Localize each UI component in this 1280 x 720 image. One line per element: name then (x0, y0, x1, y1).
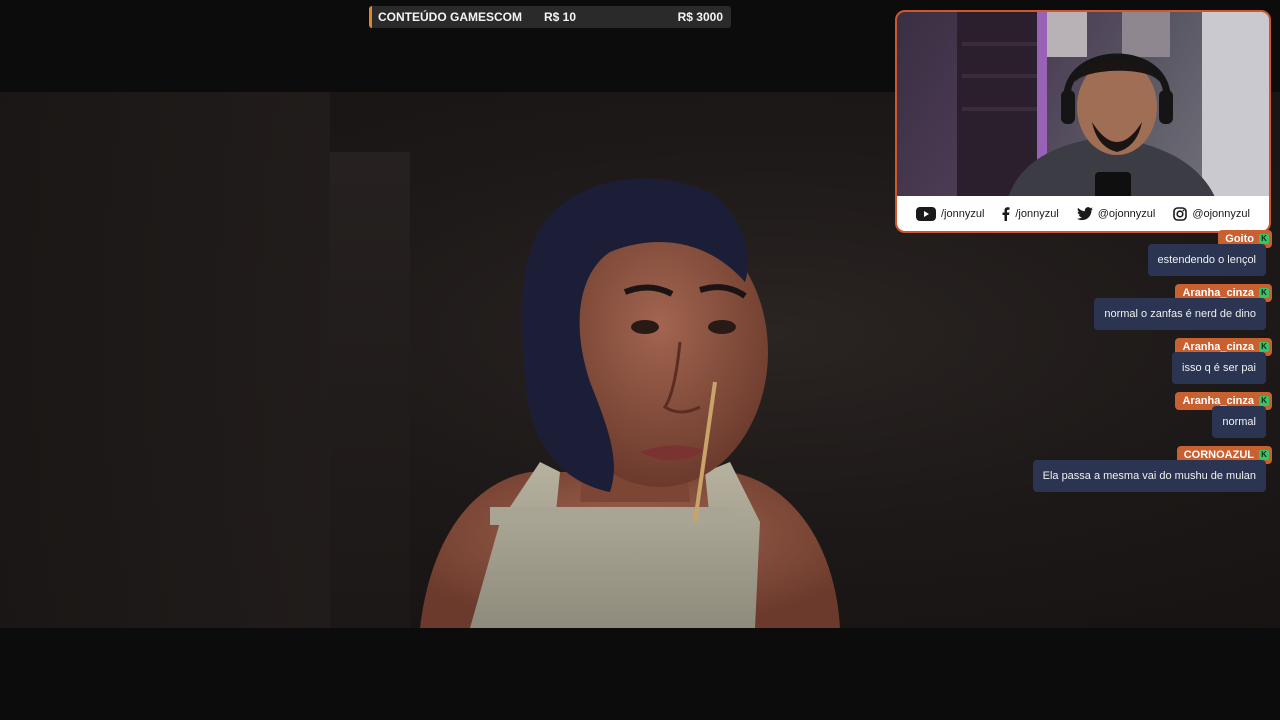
background-doorway (330, 152, 410, 628)
social-links-bar: /jonnyzul /jonnyzul @ojonnyzul @ojonnyzu… (897, 196, 1269, 231)
chat-message: Aranha_cinza K normal o zanfas é nerd de… (1032, 284, 1272, 332)
instagram-icon (1173, 206, 1188, 221)
webcam-overlay: /jonnyzul /jonnyzul @ojonnyzul @ojonnyzu… (895, 10, 1271, 233)
moderator-badge-icon: K (1259, 234, 1269, 244)
chat-message: Aranha_cinza K normal (1032, 392, 1272, 440)
chat-message: Goito K estendendo o lençol (1032, 230, 1272, 278)
twitter-handle: @ojonnyzul (1097, 207, 1156, 220)
moderator-badge-icon: K (1259, 396, 1269, 406)
youtube-icon (915, 206, 936, 221)
chat-message: CORNOAZUL K Ela passa a mesma vai do mus… (1032, 446, 1272, 494)
social-instagram: @ojonnyzul (1173, 206, 1250, 221)
chat-message: Aranha_cinza K isso q é ser pai (1032, 338, 1272, 386)
goal-current-amount: R$ 10 (544, 10, 577, 24)
chat-message-text: normal o zanfas é nerd de dino (1094, 298, 1266, 330)
donation-goal-bar: CONTEÚDO GAMESCOM R$ 10 R$ 3000 (369, 6, 731, 28)
moderator-badge-icon: K (1259, 288, 1269, 298)
instagram-handle: @ojonnyzul (1192, 207, 1250, 220)
social-youtube: /jonnyzul (915, 206, 985, 221)
background-wall (0, 92, 330, 628)
chat-message-text: normal (1212, 406, 1266, 438)
animated-character (420, 178, 840, 628)
chat-message-text: Ela passa a mesma vai do mushu de mulan (1032, 460, 1266, 492)
webcam-feed (957, 12, 1269, 202)
bottom-letterbox (0, 628, 1280, 720)
social-facebook: /jonnyzul (1002, 206, 1059, 221)
goal-target-amount: R$ 3000 (677, 10, 723, 24)
moderator-badge-icon: K (1259, 450, 1269, 460)
facebook-handle: /jonnyzul (1015, 207, 1059, 220)
youtube-handle: /jonnyzul (940, 207, 985, 220)
chat-message-text: isso q é ser pai (1172, 352, 1266, 384)
chat-message-text: estendendo o lençol (1147, 244, 1266, 276)
social-twitter: @ojonnyzul (1076, 206, 1156, 221)
moderator-badge-icon: K (1259, 342, 1269, 352)
twitter-icon (1076, 206, 1093, 220)
facebook-icon (1002, 206, 1010, 221)
goal-title: CONTEÚDO GAMESCOM (378, 10, 522, 24)
